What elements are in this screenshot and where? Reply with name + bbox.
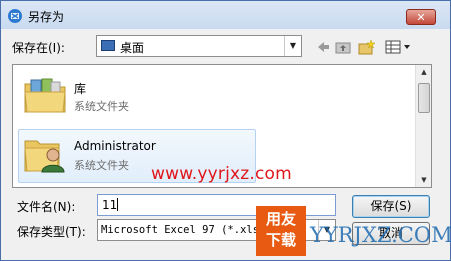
save-as-dialog: 另存为 ✕ 保存在(I): 桌面 ▼ 库 系统文件夹 Administrator… bbox=[0, 0, 451, 261]
title-bar[interactable]: 另存为 ✕ bbox=[1, 1, 450, 29]
save-button[interactable]: 保存(S) bbox=[352, 195, 430, 218]
item-type: 系统文件夹 bbox=[74, 159, 129, 172]
save-location-value: 桌面 bbox=[120, 41, 145, 55]
watermark-badge-line1: 用友 bbox=[265, 210, 296, 228]
filetype-value: Microsoft Excel 97 (*.xls) bbox=[101, 224, 266, 236]
save-location-dropdown[interactable]: 桌面 ▼ bbox=[96, 35, 302, 57]
watermark-brand: YYRJXZ.COM bbox=[310, 223, 451, 247]
scrollbar-thumb[interactable] bbox=[418, 83, 430, 113]
filetype-label: 保存类型(T): bbox=[17, 225, 86, 239]
scroll-down-icon[interactable]: ▼ bbox=[416, 173, 431, 187]
watermark-url: www.yyrjxz.com bbox=[151, 164, 292, 184]
views-menu-icon[interactable] bbox=[385, 39, 413, 55]
filename-label: 文件名(N): bbox=[17, 200, 76, 214]
item-name: 库 bbox=[74, 82, 87, 96]
filename-value: 11 bbox=[102, 198, 118, 212]
back-arrow-icon[interactable] bbox=[315, 39, 331, 55]
vertical-scrollbar[interactable]: ▲ ▼ bbox=[415, 65, 431, 187]
watermark-badge-logo: 用友 下载 bbox=[256, 206, 306, 256]
watermark-badge-line2: 下载 bbox=[265, 231, 296, 249]
up-folder-icon[interactable] bbox=[335, 39, 351, 55]
item-type: 系统文件夹 bbox=[74, 100, 129, 113]
chevron-down-icon[interactable]: ▼ bbox=[284, 36, 301, 56]
text-caret bbox=[117, 198, 119, 211]
close-icon: ✕ bbox=[416, 11, 426, 24]
new-folder-icon[interactable] bbox=[358, 39, 376, 55]
library-folder-icon bbox=[24, 78, 66, 113]
scroll-up-icon[interactable]: ▲ bbox=[416, 65, 431, 79]
close-button[interactable]: ✕ bbox=[406, 9, 436, 25]
list-item-library[interactable]: 库 系统文件夹 bbox=[18, 70, 256, 124]
user-folder-icon bbox=[24, 140, 65, 173]
desktop-icon bbox=[101, 40, 115, 51]
save-in-label: 保存在(I): bbox=[12, 41, 65, 55]
window-title: 另存为 bbox=[28, 10, 65, 24]
excel-app-icon bbox=[8, 9, 22, 23]
item-name: Administrator bbox=[74, 139, 156, 153]
